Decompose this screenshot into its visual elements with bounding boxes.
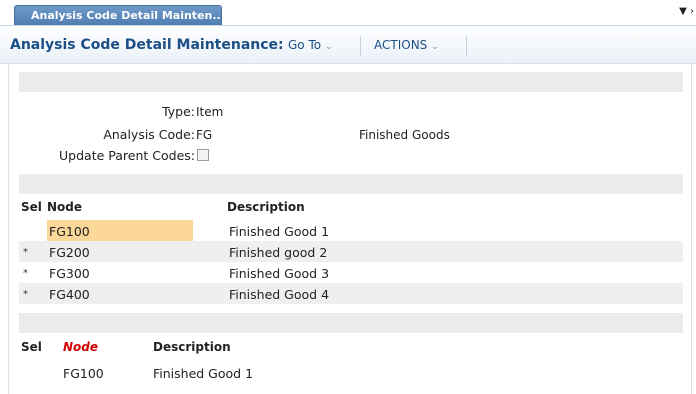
table-row[interactable]: * FG300 Finished Good 3 — [19, 262, 683, 283]
node-cell[interactable]: FG300 — [49, 266, 90, 281]
detail-panel: Type: Item Analysis Code: FG Finished Go… — [8, 64, 692, 394]
description-cell: Finished good 2 — [229, 245, 328, 260]
menu-separator — [466, 36, 467, 56]
actions-label: ACTIONS — [374, 38, 428, 52]
section-band — [19, 313, 683, 333]
update-parent-codes-checkbox[interactable] — [197, 149, 209, 161]
description-cell: Finished Good 1 — [153, 366, 254, 381]
grid2-header-node[interactable]: Node — [63, 340, 98, 354]
dropdown-arrow-icon[interactable]: ▼ › — [674, 6, 694, 20]
type-label: Type: — [162, 104, 195, 119]
grid1-header-description[interactable]: Description — [227, 200, 305, 214]
description-cell: Finished Good 4 — [229, 287, 330, 302]
grid1-header-sel: Sel — [21, 200, 42, 214]
grid2-header-description[interactable]: Description — [153, 340, 231, 354]
section-band — [19, 174, 683, 194]
chevron-down-icon: ⌄ — [431, 42, 439, 52]
page-title: Analysis Code Detail Maintenance: — [10, 37, 284, 53]
node-cell[interactable]: FG100 — [49, 224, 90, 239]
table-row[interactable]: FG100 Finished Good 1 — [19, 362, 683, 383]
update-parent-codes-label: Update Parent Codes: — [59, 148, 195, 163]
table-row[interactable]: * FG400 Finished Good 4 — [19, 283, 683, 304]
analysis-code-label: Analysis Code: — [103, 127, 195, 142]
row-marker: * — [23, 268, 28, 279]
chevron-down-icon: ⌄ — [325, 42, 333, 52]
grid1-header-node[interactable]: Node — [47, 200, 82, 214]
table-row[interactable]: FG100 Finished Good 1 — [19, 220, 683, 241]
analysis-code-value: FG — [196, 128, 213, 142]
row-marker: * — [23, 247, 28, 258]
node-cell[interactable]: FG100 — [63, 366, 104, 381]
node-cell[interactable]: FG200 — [49, 245, 90, 260]
menu-separator — [360, 36, 361, 56]
analysis-code-description: Finished Goods — [359, 128, 450, 142]
node-cell[interactable]: FG400 — [49, 287, 90, 302]
tab-strip: Analysis Code Detail Mainten... ▼ › — [0, 0, 696, 26]
goto-menu-button[interactable]: Go To ⌄ — [288, 38, 333, 52]
description-cell: Finished Good 3 — [229, 266, 330, 281]
goto-label: Go To — [288, 38, 322, 52]
tab-label: Analysis Code Detail Mainten... — [31, 9, 222, 22]
tab-analysis-code-detail[interactable]: Analysis Code Detail Mainten... — [14, 5, 222, 26]
page-header: Analysis Code Detail Maintenance: Go To ⌄… — [0, 26, 696, 64]
grid2-header-sel: Sel — [21, 340, 42, 354]
section-band — [19, 72, 683, 92]
description-cell: Finished Good 1 — [229, 224, 330, 239]
type-value: Item — [196, 105, 224, 119]
actions-menu-button[interactable]: ACTIONS ⌄ — [374, 38, 439, 52]
table-row[interactable]: * FG200 Finished good 2 — [19, 241, 683, 262]
row-marker: * — [23, 289, 28, 300]
